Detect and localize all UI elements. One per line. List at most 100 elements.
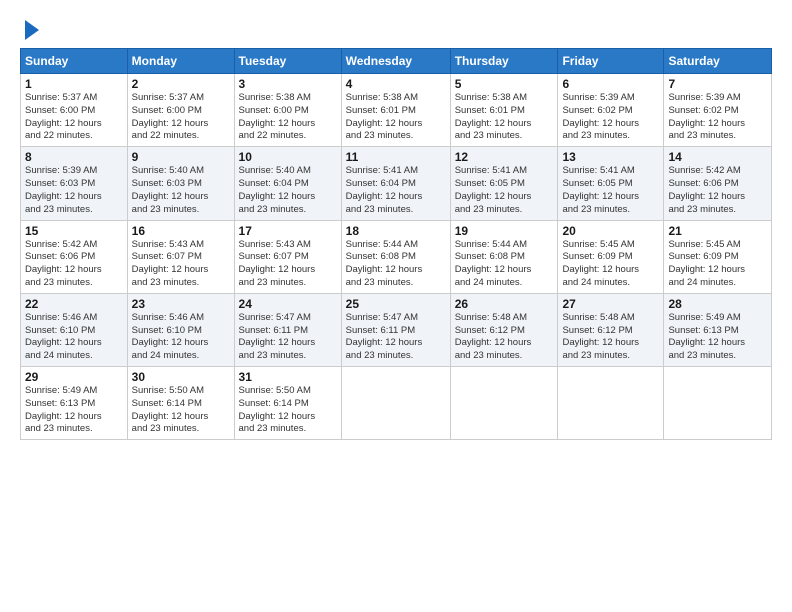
- week-row-4: 22Sunrise: 5:46 AM Sunset: 6:10 PM Dayli…: [21, 293, 772, 366]
- day-number: 16: [132, 224, 230, 238]
- day-info-text: Sunrise: 5:42 AM Sunset: 6:06 PM Dayligh…: [25, 239, 123, 290]
- calendar-cell: 10Sunrise: 5:40 AM Sunset: 6:04 PM Dayli…: [234, 147, 341, 220]
- day-number: 28: [668, 297, 767, 311]
- calendar-cell: [450, 367, 558, 440]
- calendar-cell: 16Sunrise: 5:43 AM Sunset: 6:07 PM Dayli…: [127, 220, 234, 293]
- day-info-text: Sunrise: 5:41 AM Sunset: 6:04 PM Dayligh…: [346, 165, 446, 216]
- day-info-text: Sunrise: 5:41 AM Sunset: 6:05 PM Dayligh…: [455, 165, 554, 216]
- weekday-header-tuesday: Tuesday: [234, 49, 341, 74]
- calendar-cell: 15Sunrise: 5:42 AM Sunset: 6:06 PM Dayli…: [21, 220, 128, 293]
- day-info-text: Sunrise: 5:38 AM Sunset: 6:00 PM Dayligh…: [239, 92, 337, 143]
- day-info-text: Sunrise: 5:49 AM Sunset: 6:13 PM Dayligh…: [25, 385, 123, 436]
- calendar-cell: 30Sunrise: 5:50 AM Sunset: 6:14 PM Dayli…: [127, 367, 234, 440]
- calendar-cell: 5Sunrise: 5:38 AM Sunset: 6:01 PM Daylig…: [450, 74, 558, 147]
- day-number: 12: [455, 150, 554, 164]
- weekday-header-monday: Monday: [127, 49, 234, 74]
- day-number: 11: [346, 150, 446, 164]
- day-info-text: Sunrise: 5:48 AM Sunset: 6:12 PM Dayligh…: [455, 312, 554, 363]
- day-number: 9: [132, 150, 230, 164]
- day-number: 24: [239, 297, 337, 311]
- calendar-cell: 17Sunrise: 5:43 AM Sunset: 6:07 PM Dayli…: [234, 220, 341, 293]
- calendar-cell: 26Sunrise: 5:48 AM Sunset: 6:12 PM Dayli…: [450, 293, 558, 366]
- calendar-cell: 21Sunrise: 5:45 AM Sunset: 6:09 PM Dayli…: [664, 220, 772, 293]
- day-info-text: Sunrise: 5:44 AM Sunset: 6:08 PM Dayligh…: [346, 239, 446, 290]
- logo: [20, 18, 39, 40]
- calendar-cell: 19Sunrise: 5:44 AM Sunset: 6:08 PM Dayli…: [450, 220, 558, 293]
- week-row-3: 15Sunrise: 5:42 AM Sunset: 6:06 PM Dayli…: [21, 220, 772, 293]
- day-number: 20: [562, 224, 659, 238]
- day-number: 31: [239, 370, 337, 384]
- day-info-text: Sunrise: 5:47 AM Sunset: 6:11 PM Dayligh…: [239, 312, 337, 363]
- calendar-table: SundayMondayTuesdayWednesdayThursdayFrid…: [20, 48, 772, 440]
- calendar-cell: 9Sunrise: 5:40 AM Sunset: 6:03 PM Daylig…: [127, 147, 234, 220]
- calendar-cell: [341, 367, 450, 440]
- calendar-cell: 25Sunrise: 5:47 AM Sunset: 6:11 PM Dayli…: [341, 293, 450, 366]
- calendar-cell: 8Sunrise: 5:39 AM Sunset: 6:03 PM Daylig…: [21, 147, 128, 220]
- day-number: 3: [239, 77, 337, 91]
- week-row-1: 1Sunrise: 5:37 AM Sunset: 6:00 PM Daylig…: [21, 74, 772, 147]
- calendar-cell: 2Sunrise: 5:37 AM Sunset: 6:00 PM Daylig…: [127, 74, 234, 147]
- calendar-cell: 14Sunrise: 5:42 AM Sunset: 6:06 PM Dayli…: [664, 147, 772, 220]
- day-number: 2: [132, 77, 230, 91]
- day-number: 17: [239, 224, 337, 238]
- calendar-cell: 28Sunrise: 5:49 AM Sunset: 6:13 PM Dayli…: [664, 293, 772, 366]
- day-number: 19: [455, 224, 554, 238]
- day-number: 10: [239, 150, 337, 164]
- header: [20, 18, 772, 40]
- calendar-cell: 3Sunrise: 5:38 AM Sunset: 6:00 PM Daylig…: [234, 74, 341, 147]
- calendar-cell: 27Sunrise: 5:48 AM Sunset: 6:12 PM Dayli…: [558, 293, 664, 366]
- calendar-cell: 31Sunrise: 5:50 AM Sunset: 6:14 PM Dayli…: [234, 367, 341, 440]
- calendar-cell: 6Sunrise: 5:39 AM Sunset: 6:02 PM Daylig…: [558, 74, 664, 147]
- day-number: 15: [25, 224, 123, 238]
- page: SundayMondayTuesdayWednesdayThursdayFrid…: [0, 0, 792, 612]
- weekday-header-friday: Friday: [558, 49, 664, 74]
- calendar-cell: 12Sunrise: 5:41 AM Sunset: 6:05 PM Dayli…: [450, 147, 558, 220]
- day-number: 1: [25, 77, 123, 91]
- day-info-text: Sunrise: 5:42 AM Sunset: 6:06 PM Dayligh…: [668, 165, 767, 216]
- day-number: 7: [668, 77, 767, 91]
- day-info-text: Sunrise: 5:40 AM Sunset: 6:04 PM Dayligh…: [239, 165, 337, 216]
- calendar-cell: 23Sunrise: 5:46 AM Sunset: 6:10 PM Dayli…: [127, 293, 234, 366]
- day-info-text: Sunrise: 5:46 AM Sunset: 6:10 PM Dayligh…: [25, 312, 123, 363]
- calendar-cell: 4Sunrise: 5:38 AM Sunset: 6:01 PM Daylig…: [341, 74, 450, 147]
- calendar-cell: 29Sunrise: 5:49 AM Sunset: 6:13 PM Dayli…: [21, 367, 128, 440]
- calendar-cell: 18Sunrise: 5:44 AM Sunset: 6:08 PM Dayli…: [341, 220, 450, 293]
- week-row-5: 29Sunrise: 5:49 AM Sunset: 6:13 PM Dayli…: [21, 367, 772, 440]
- weekday-header-saturday: Saturday: [664, 49, 772, 74]
- day-info-text: Sunrise: 5:41 AM Sunset: 6:05 PM Dayligh…: [562, 165, 659, 216]
- calendar-cell: 24Sunrise: 5:47 AM Sunset: 6:11 PM Dayli…: [234, 293, 341, 366]
- day-number: 27: [562, 297, 659, 311]
- day-number: 22: [25, 297, 123, 311]
- day-number: 18: [346, 224, 446, 238]
- day-info-text: Sunrise: 5:45 AM Sunset: 6:09 PM Dayligh…: [668, 239, 767, 290]
- day-number: 29: [25, 370, 123, 384]
- day-info-text: Sunrise: 5:39 AM Sunset: 6:02 PM Dayligh…: [562, 92, 659, 143]
- day-info-text: Sunrise: 5:45 AM Sunset: 6:09 PM Dayligh…: [562, 239, 659, 290]
- day-number: 4: [346, 77, 446, 91]
- day-info-text: Sunrise: 5:50 AM Sunset: 6:14 PM Dayligh…: [239, 385, 337, 436]
- calendar-cell: 13Sunrise: 5:41 AM Sunset: 6:05 PM Dayli…: [558, 147, 664, 220]
- day-number: 6: [562, 77, 659, 91]
- day-info-text: Sunrise: 5:37 AM Sunset: 6:00 PM Dayligh…: [25, 92, 123, 143]
- day-info-text: Sunrise: 5:39 AM Sunset: 6:02 PM Dayligh…: [668, 92, 767, 143]
- calendar-cell: 11Sunrise: 5:41 AM Sunset: 6:04 PM Dayli…: [341, 147, 450, 220]
- calendar-cell: 22Sunrise: 5:46 AM Sunset: 6:10 PM Dayli…: [21, 293, 128, 366]
- calendar-cell: 7Sunrise: 5:39 AM Sunset: 6:02 PM Daylig…: [664, 74, 772, 147]
- day-number: 5: [455, 77, 554, 91]
- weekday-header-row: SundayMondayTuesdayWednesdayThursdayFrid…: [21, 49, 772, 74]
- logo-arrow-icon: [25, 20, 39, 40]
- day-info-text: Sunrise: 5:46 AM Sunset: 6:10 PM Dayligh…: [132, 312, 230, 363]
- day-info-text: Sunrise: 5:40 AM Sunset: 6:03 PM Dayligh…: [132, 165, 230, 216]
- calendar-cell: [664, 367, 772, 440]
- day-number: 21: [668, 224, 767, 238]
- day-number: 26: [455, 297, 554, 311]
- day-number: 14: [668, 150, 767, 164]
- calendar-cell: [558, 367, 664, 440]
- day-number: 13: [562, 150, 659, 164]
- day-number: 23: [132, 297, 230, 311]
- day-number: 8: [25, 150, 123, 164]
- weekday-header-wednesday: Wednesday: [341, 49, 450, 74]
- week-row-2: 8Sunrise: 5:39 AM Sunset: 6:03 PM Daylig…: [21, 147, 772, 220]
- day-info-text: Sunrise: 5:48 AM Sunset: 6:12 PM Dayligh…: [562, 312, 659, 363]
- weekday-header-thursday: Thursday: [450, 49, 558, 74]
